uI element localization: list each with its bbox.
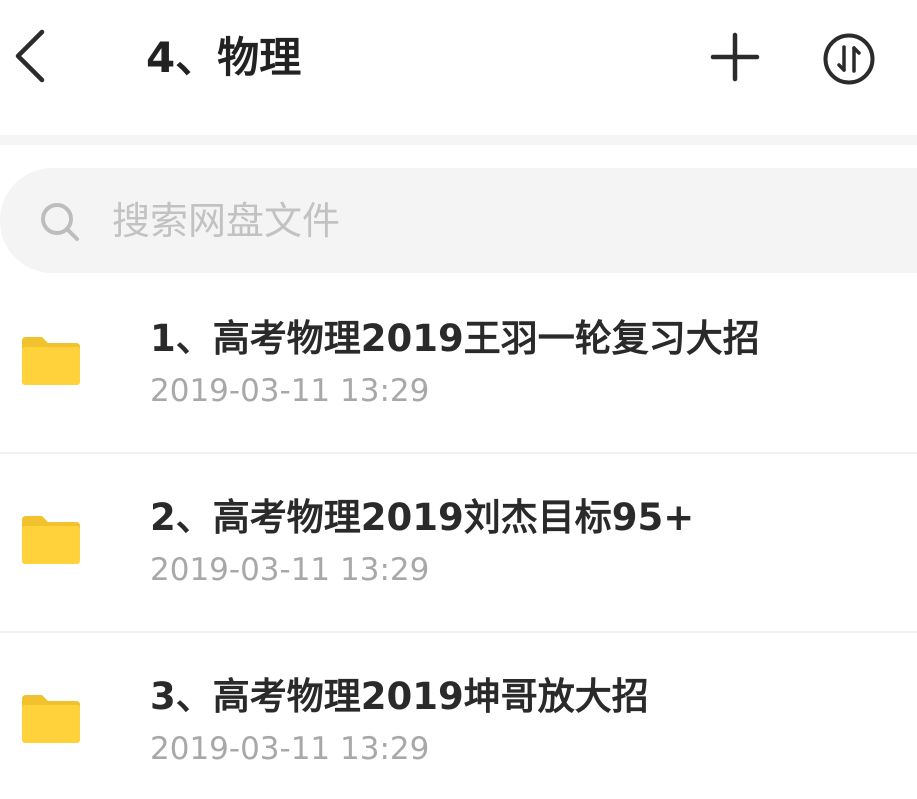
file-name: 1、高考物理2019王羽一轮复习大招 (150, 317, 760, 360)
header-divider (0, 135, 917, 145)
chevron-left-icon (15, 29, 45, 83)
file-name: 3、高考物理2019坤哥放大招 (150, 675, 649, 718)
file-date: 2019-03-11 13:29 (150, 731, 430, 767)
file-date: 2019-03-11 13:29 (150, 373, 430, 409)
sort-button[interactable] (822, 32, 876, 86)
search-input[interactable]: 搜索网盘文件 (0, 168, 917, 273)
file-browser-page: 4、物理 搜索网盘文件 1、高考物理2019王羽一轮复习大招 2019-03-1… (0, 0, 917, 799)
file-date: 2019-03-11 13:29 (150, 552, 430, 588)
back-button[interactable] (6, 26, 54, 86)
list-item[interactable]: 2、高考物理2019刘杰目标95+ 2019-03-11 13:29 (0, 454, 917, 633)
sort-arrows-icon (823, 33, 875, 85)
file-list: 1、高考物理2019王羽一轮复习大招 2019-03-11 13:29 2、高考… (0, 275, 917, 799)
search-placeholder: 搜索网盘文件 (112, 199, 341, 243)
folder-icon (22, 516, 80, 564)
folder-icon (22, 337, 80, 385)
folder-icon (22, 695, 80, 743)
search-icon (41, 203, 79, 241)
list-item[interactable]: 1、高考物理2019王羽一轮复习大招 2019-03-11 13:29 (0, 275, 917, 454)
add-button[interactable] (708, 30, 762, 84)
page-title: 4、物理 (146, 33, 302, 82)
file-name: 2、高考物理2019刘杰目标95+ (150, 496, 695, 539)
plus-icon (710, 32, 760, 82)
top-app-bar: 4、物理 (0, 0, 917, 135)
list-item[interactable]: 3、高考物理2019坤哥放大招 2019-03-11 13:29 (0, 633, 917, 799)
